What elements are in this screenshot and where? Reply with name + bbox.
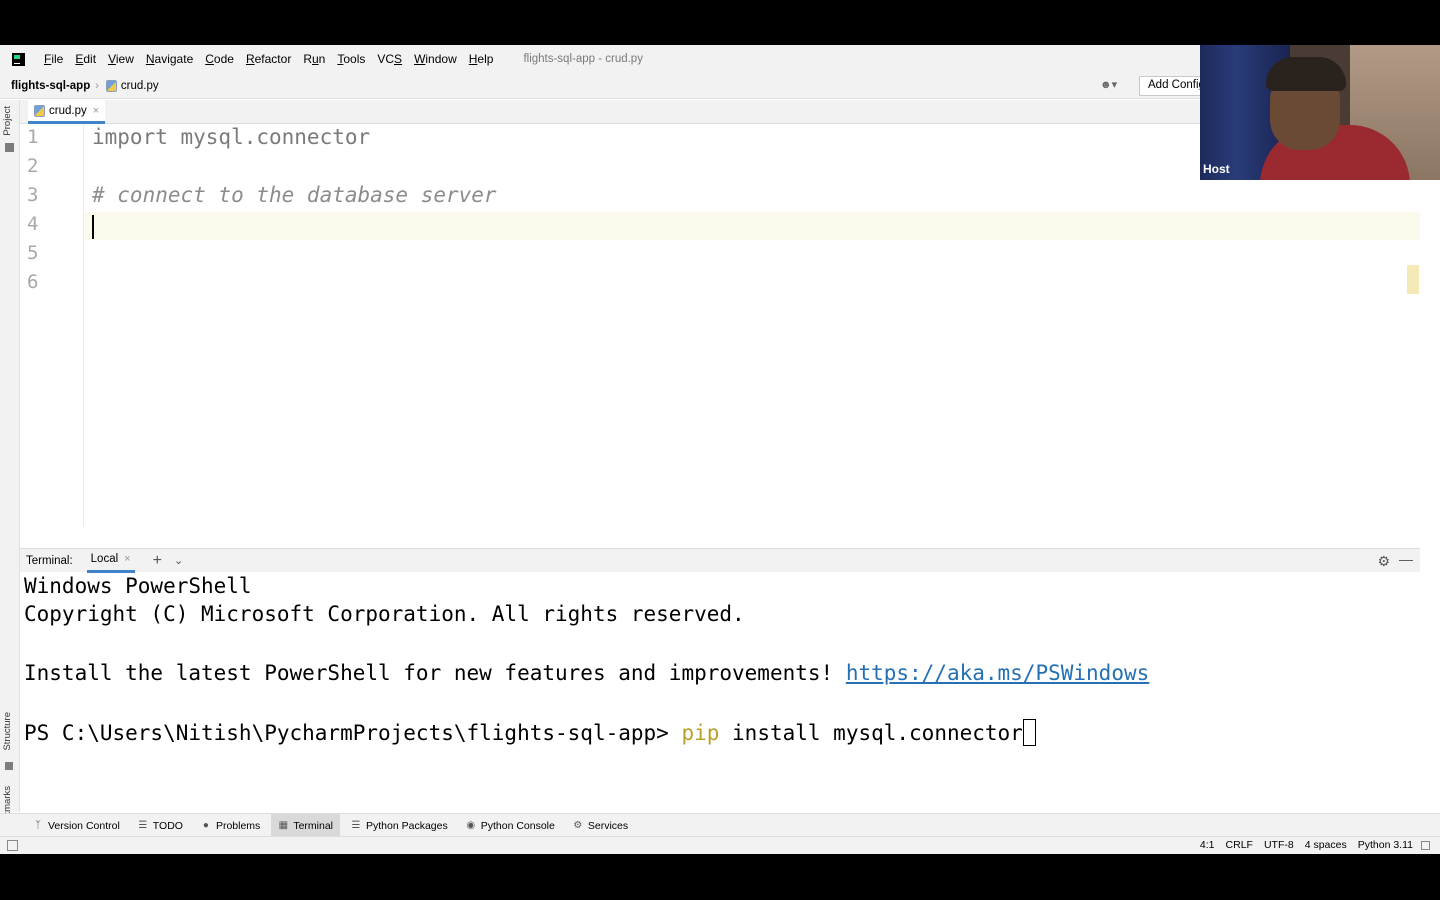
tab-crud-py[interactable]: crud.py × — [28, 100, 106, 124]
python-file-icon — [34, 104, 45, 117]
terminal-icon: ▦ — [278, 819, 289, 831]
line-number: 4 — [27, 213, 39, 235]
left-tool-stripe: Project Structure Bookmarks — [0, 100, 20, 847]
python-interpreter[interactable]: Python 3.11 — [1358, 839, 1413, 851]
pycharm-logo-icon — [12, 52, 25, 66]
minimize-icon[interactable]: — — [1399, 551, 1413, 567]
tab-label: crud.py — [49, 104, 87, 117]
add-configuration-button[interactable]: Add Configuration... — [1139, 76, 1209, 96]
terminal-output[interactable]: Windows PowerShell Copyright (C) Microso… — [20, 573, 1420, 813]
problems-icon: ● — [202, 819, 209, 831]
powershell-link[interactable]: https://aka.ms/PSWindows — [846, 661, 1149, 685]
breadcrumb-separator-icon: › — [95, 79, 99, 92]
tool-terminal[interactable]: ▦ Terminal — [271, 813, 340, 838]
lock-icon[interactable] — [1421, 840, 1430, 850]
structure-tool-button[interactable]: Structure — [2, 712, 13, 751]
tool-python-packages[interactable]: ☰ Python Packages — [344, 814, 455, 838]
code-line-1[interactable]: import mysql.connector — [92, 125, 370, 149]
line-number: 1 — [27, 126, 39, 148]
tab-local[interactable]: Local × — [86, 549, 135, 573]
python-file-icon — [105, 79, 117, 92]
line-number-gutter: 1 2 3 4 5 6 — [20, 124, 84, 526]
menu-view[interactable]: View — [102, 52, 140, 66]
terminal-tab-label: Local — [90, 553, 119, 565]
line-separator[interactable]: CRLF — [1226, 839, 1253, 851]
terminal-line: Windows PowerShell — [24, 574, 252, 598]
list-icon: ☰ — [138, 819, 148, 831]
command-name: pip — [681, 721, 720, 745]
menu-vcs[interactable]: VCS — [371, 52, 408, 66]
tool-version-control[interactable]: ᛉ Version Control — [26, 814, 127, 838]
menu-refactor[interactable]: Refactor — [240, 52, 297, 66]
tool-python-console[interactable]: ◉ Python Console — [459, 814, 562, 838]
menu-run[interactable]: Run — [297, 52, 331, 66]
terminal-title: Terminal: — [26, 554, 73, 567]
window-title: flights-sql-app - crud.py — [523, 53, 643, 65]
line-number: 6 — [27, 271, 39, 293]
structure-icon — [5, 762, 13, 770]
menu-help[interactable]: Help — [463, 52, 500, 66]
code-editor[interactable]: 1 2 3 4 5 6 import mysql.connector # con… — [20, 124, 1420, 526]
terminal-line: Copyright (C) Microsoft Corporation. All… — [24, 602, 745, 626]
code-line-3[interactable]: # connect to the database server — [92, 183, 497, 207]
webcam-video: Host — [1200, 45, 1440, 180]
close-icon[interactable]: × — [124, 553, 130, 565]
breadcrumb-project[interactable]: flights-sql-app — [11, 80, 90, 92]
window-layout-icon[interactable] — [7, 840, 18, 851]
tool-window-bar: ᛉ Version Control ☰ TODO ● Problems ▦ Termin… — [0, 813, 1440, 838]
line-number: 5 — [27, 242, 39, 264]
tool-todo[interactable]: ☰ TODO — [131, 814, 190, 838]
text-caret — [92, 215, 94, 239]
console-icon: ◉ — [466, 819, 476, 831]
breadcrumb-file[interactable]: crud.py — [121, 80, 159, 92]
file-encoding[interactable]: UTF-8 — [1264, 839, 1294, 851]
menu-navigate[interactable]: Navigate — [140, 52, 199, 66]
caret-position[interactable]: 4:1 — [1200, 839, 1215, 851]
prompt-path: PS C:\Users\Nitish\PycharmProjects\fligh… — [24, 721, 682, 745]
close-icon[interactable]: × — [93, 105, 99, 117]
line-number: 2 — [27, 155, 39, 177]
packages-icon: ☰ — [351, 819, 361, 831]
project-tool-button[interactable]: Project — [2, 106, 13, 136]
command-args: install mysql.connector — [719, 721, 1023, 745]
terminal-header: Terminal: Local × + ⌄ ⚙ — — [20, 548, 1420, 573]
chevron-down-icon[interactable]: ⌄ — [174, 554, 183, 567]
webcam-label: Host — [1203, 162, 1230, 176]
scrollbar-marker[interactable] — [1407, 265, 1419, 294]
menu-file[interactable]: File — [38, 52, 69, 66]
branch-icon: ᛉ — [35, 819, 41, 831]
folder-icon — [5, 143, 14, 152]
status-bar: 4:1 CRLF UTF-8 4 spaces Python 3.11 — [0, 836, 1440, 854]
services-icon: ⚙ — [573, 819, 583, 831]
menu-window[interactable]: Window — [408, 52, 463, 66]
menu-tools[interactable]: Tools — [331, 52, 371, 66]
indent-setting[interactable]: 4 spaces — [1305, 839, 1347, 851]
tool-services[interactable]: ⚙ Services — [566, 814, 635, 838]
new-tab-plus-icon[interactable]: + — [153, 552, 162, 570]
tool-problems[interactable]: ● Problems — [194, 814, 267, 838]
terminal-prompt-line[interactable]: PS C:\Users\Nitish\PycharmProjects\fligh… — [24, 719, 1036, 746]
current-line-highlight — [84, 212, 1420, 240]
gear-icon[interactable]: ⚙ — [1377, 553, 1390, 570]
user-dropdown-icon[interactable]: ☻▾ — [1100, 78, 1117, 91]
menu-code[interactable]: Code — [199, 52, 240, 66]
menu-edit[interactable]: Edit — [69, 52, 102, 66]
terminal-line: Install the latest PowerShell for new fe… — [24, 661, 1150, 685]
line-number: 3 — [27, 184, 39, 206]
terminal-cursor — [1022, 719, 1036, 746]
